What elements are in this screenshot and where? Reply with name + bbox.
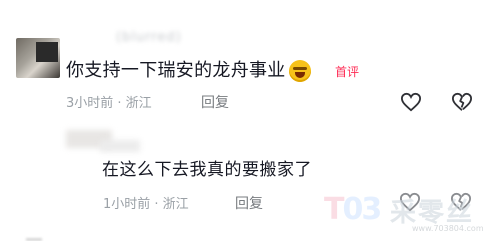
reply-button[interactable]: 回复 [235, 193, 263, 213]
watermark-logo-icon: T03 [324, 192, 382, 227]
comment-text[interactable]: 你支持一下瑞安的龙舟事业 [66, 58, 311, 84]
dislike-broken-heart-icon[interactable] [451, 92, 473, 112]
reply-button[interactable]: 回复 [201, 92, 229, 112]
watermark: T03 采零丝 www.703804.com [322, 190, 492, 238]
username[interactable]: (blurred) [116, 30, 331, 46]
reply-username-blurred[interactable] [100, 140, 140, 152]
first-comment-badge: 首评 [335, 65, 360, 79]
watermark-url: www.703804.com [412, 224, 484, 233]
reply-text[interactable]: 在这么下去我真的要搬家了 [102, 158, 312, 182]
avatar[interactable] [16, 38, 60, 78]
comment-meta: 3小时前 · 浙江 [66, 96, 152, 111]
comment-text-content: 你支持一下瑞安的龙舟事业 [66, 60, 286, 81]
laugh-cry-emoji-icon [288, 60, 311, 82]
reply-meta: 1小时前 · 浙江 [103, 197, 189, 212]
like-heart-icon[interactable] [400, 92, 422, 112]
